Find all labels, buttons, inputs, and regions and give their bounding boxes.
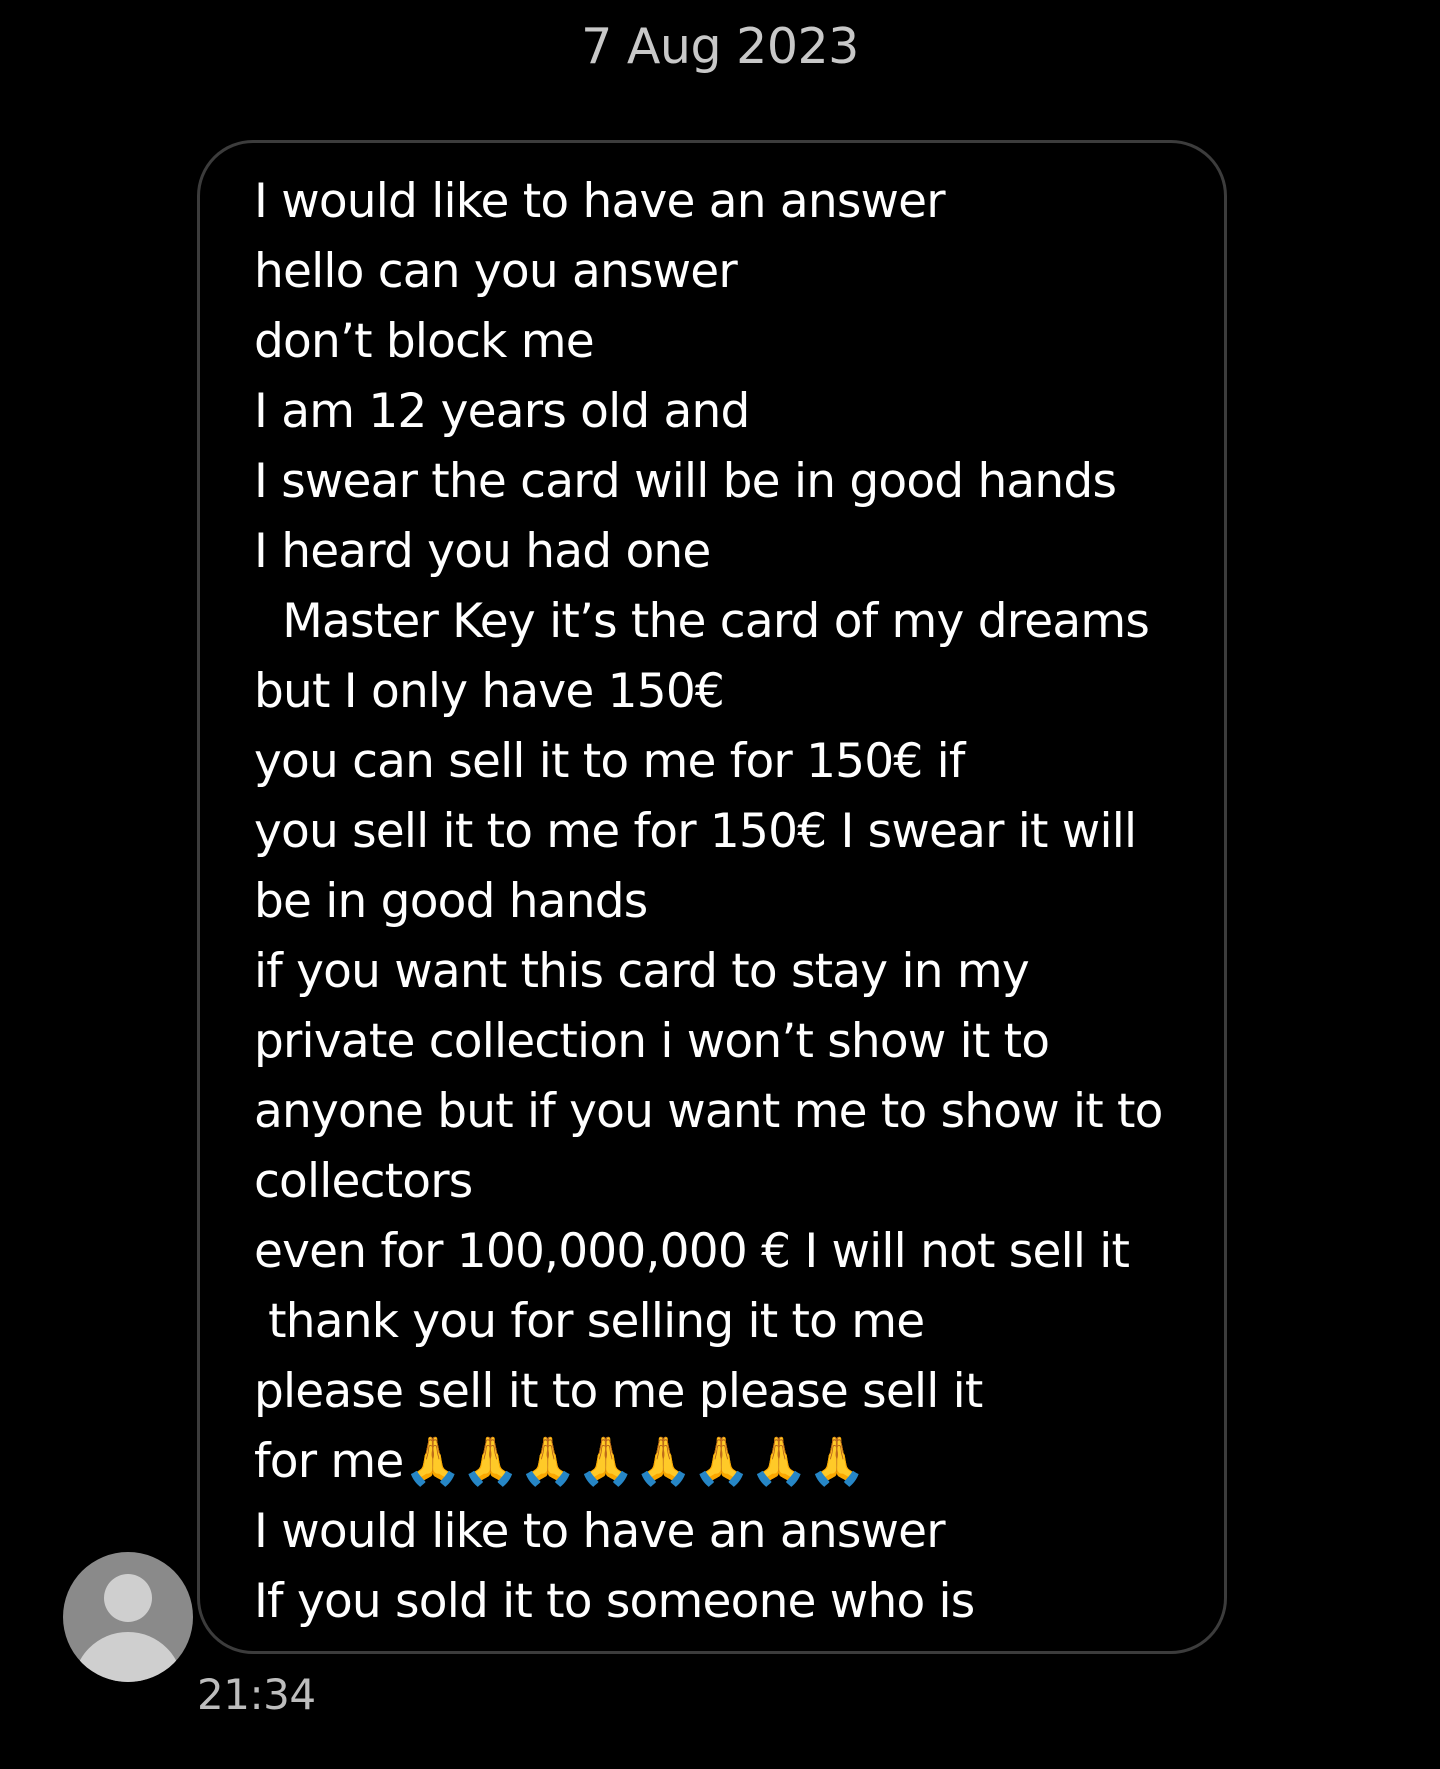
message-line: anyone but if you want me to show it to	[254, 1084, 1163, 1139]
message-line: I would like to have an answer	[254, 174, 946, 229]
message-timestamp: 21:34	[197, 1670, 316, 1719]
message-line: I heard you had one	[254, 524, 711, 579]
message-bubble[interactable]: I would like to have an answer hello can…	[197, 140, 1227, 1654]
avatar-body-shape	[73, 1632, 183, 1682]
message-line: you sell it to me for 150€ I swear it wi…	[254, 804, 1137, 859]
message-line: please sell it to me please sell it	[254, 1364, 983, 1419]
message-text: I would like to have an answer hello can…	[254, 167, 1204, 1637]
message-line: private collection i won’t show it to	[254, 1014, 1050, 1069]
message-line: I would like to have an answer	[254, 1504, 946, 1559]
sender-avatar[interactable]	[63, 1552, 193, 1682]
message-line: be in good hands	[254, 874, 648, 929]
message-line: I am 12 years old and	[254, 384, 750, 439]
message-line: for me🙏🙏🙏🙏🙏🙏🙏🙏	[254, 1434, 866, 1489]
message-line: even for 100,000,000 € I will not sell i…	[254, 1224, 1130, 1279]
message-line: thank you for selling it to me	[254, 1294, 925, 1349]
message-line: but I only have 150€	[254, 664, 725, 719]
message-line: if you want this card to stay in my	[254, 944, 1030, 999]
date-separator: 7 Aug 2023	[581, 18, 859, 75]
message-line: don’t block me	[254, 314, 595, 369]
message-line: I swear the card will be in good hands	[254, 454, 1117, 509]
message-line: hello can you answer	[254, 244, 738, 299]
message-line: collectors	[254, 1154, 473, 1209]
avatar-head-shape	[104, 1574, 152, 1622]
message-line: If you sold it to someone who is	[254, 1574, 975, 1629]
message-line: Master Key it’s the card of my dreams	[254, 594, 1150, 649]
message-line: you can sell it to me for 150€ if	[254, 734, 965, 789]
